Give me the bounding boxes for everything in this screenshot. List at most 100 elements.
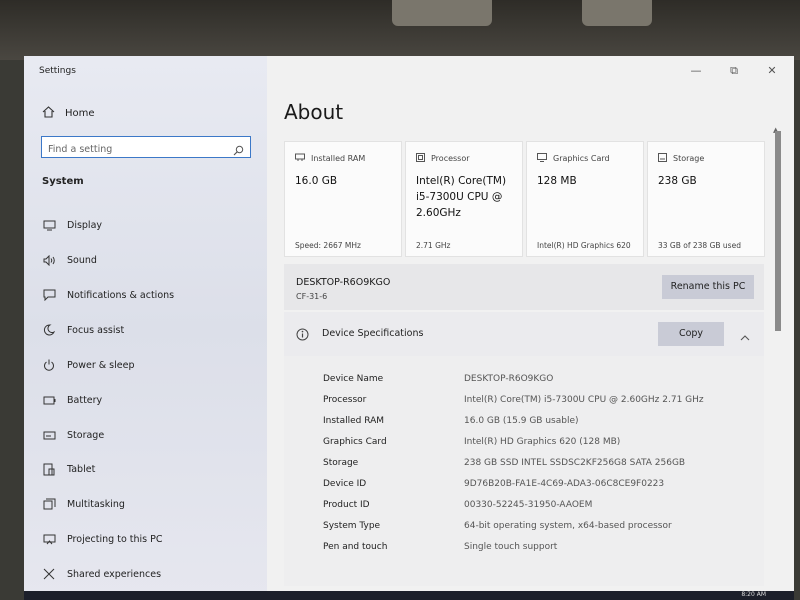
nav-item-label: Notifications & actions	[67, 289, 175, 301]
card-sub: Intel(R) HD Graphics 620	[537, 241, 631, 250]
nav-item-storage[interactable]: Storage	[42, 428, 104, 442]
chevron-up-icon[interactable]	[740, 326, 750, 345]
spec-value[interactable]: 64-bit operating system, x64-based proce…	[464, 521, 672, 531]
spec-value[interactable]: Single touch support	[464, 542, 557, 552]
about-page: — ⧉ ✕ About Installed RAM 16.0 GB Speed:…	[267, 56, 794, 600]
pc-name-panel: DESKTOP-R6O9KGO CF-31-6 Rename this PC	[284, 264, 764, 310]
nav-item-projecting[interactable]: Projecting to this PC	[42, 532, 163, 546]
search-box[interactable]	[41, 136, 251, 160]
card-graphics-card: Graphics Card 128 MB Intel(R) HD Graphic…	[526, 141, 644, 257]
card-title: Storage	[673, 154, 705, 163]
search-icon[interactable]	[233, 141, 244, 160]
ram-icon	[295, 153, 305, 163]
notification-icon	[42, 288, 56, 302]
search-input[interactable]	[42, 139, 234, 160]
nav-item-multitasking[interactable]: Multitasking	[42, 497, 125, 511]
spec-value[interactable]: 238 GB SSD INTEL SSDSC2KF256G8 SATA 256G…	[464, 458, 685, 468]
nav-item-shared-experiences[interactable]: Shared experiences	[42, 567, 161, 581]
close-icon[interactable]: ✕	[766, 64, 778, 78]
nav-home[interactable]: Home	[42, 106, 95, 121]
card-value: 128 MB	[537, 175, 577, 187]
nav-item-power-sleep[interactable]: Power & sleep	[42, 358, 134, 372]
device-specifications-list: Device Name DESKTOP-R6O9KGO Processor Inte…	[284, 356, 764, 586]
card-storage: Storage 238 GB 33 GB of 238 GB used	[647, 141, 765, 257]
nav-section-system: System	[42, 176, 84, 187]
card-installed-ram: Installed RAM 16.0 GB Speed: 2667 MHz	[284, 141, 402, 257]
card-sub: 33 GB of 238 GB used	[658, 241, 741, 250]
spec-label: Installed RAM	[323, 416, 385, 426]
spec-label: Device Name	[323, 374, 384, 384]
nav-item-label: Power & sleep	[67, 359, 135, 371]
processor-icon	[416, 153, 425, 164]
spec-label: Device ID	[323, 479, 367, 489]
nav-item-sound[interactable]: Sound	[42, 253, 97, 267]
pc-name: DESKTOP-R6O9KGO	[296, 277, 391, 288]
nav-item-focus-assist[interactable]: Focus assist	[42, 323, 124, 337]
spec-label: Processor	[323, 395, 367, 405]
maximize-icon[interactable]: ⧉	[728, 64, 740, 78]
scrollbar-thumb[interactable]	[775, 131, 781, 331]
settings-nav: Settings Home System Display Sound Notif…	[24, 56, 267, 600]
window-controls: — ⧉ ✕	[690, 64, 778, 78]
nav-item-label: Focus assist	[67, 324, 125, 336]
nav-item-notifications[interactable]: Notifications & actions	[42, 288, 174, 302]
home-icon	[42, 106, 55, 121]
card-value: Intel(R) Core(TM) i5-7300U CPU @ 2.60GHz	[416, 175, 507, 219]
nav-item-label: Shared experiences	[67, 568, 162, 580]
card-title: Graphics Card	[553, 154, 610, 163]
nav-item-label: Tablet	[67, 463, 96, 475]
spec-value[interactable]: Intel(R) Core(TM) i5-7300U CPU @ 2.60GHz…	[464, 395, 704, 405]
storage-icon	[658, 153, 667, 164]
spec-label: System Type	[323, 521, 381, 531]
bezel-hinge	[582, 0, 652, 26]
card-title: Installed RAM	[311, 153, 366, 163]
spec-label: Graphics Card	[323, 437, 387, 447]
spec-value[interactable]: Intel(R) HD Graphics 620 (128 MB)	[464, 437, 620, 447]
spec-value[interactable]: DESKTOP-R6O9KGO	[464, 374, 553, 384]
nav-item-label: Storage	[67, 429, 105, 441]
spec-label: Pen and touch	[323, 542, 388, 552]
spec-value[interactable]: 00330-52245-31950-AAOEM	[464, 500, 592, 510]
taskbar-clock[interactable]: 8:20 AM	[741, 591, 766, 598]
card-sub: Speed: 2667 MHz	[295, 241, 361, 250]
storage-icon	[42, 428, 56, 442]
spec-value[interactable]: 16.0 GB (15.9 GB usable)	[464, 416, 579, 426]
card-processor: Processor Intel(R) Core(TM) i5-7300U CPU…	[405, 141, 523, 257]
nav-item-battery[interactable]: Battery	[42, 393, 102, 407]
pc-model: CF-31-6	[296, 292, 328, 301]
minimize-icon[interactable]: —	[690, 64, 702, 78]
spec-label: Product ID	[323, 500, 370, 510]
info-icon	[296, 326, 309, 345]
nav-item-label: Battery	[67, 394, 103, 406]
nav-item-tablet[interactable]: Tablet	[42, 462, 95, 476]
nav-item-display[interactable]: Display	[42, 218, 102, 232]
page-title: About	[284, 100, 344, 124]
nav-item-label: Sound	[67, 254, 97, 266]
speaker-icon	[42, 253, 56, 267]
power-icon	[42, 358, 56, 372]
spec-value[interactable]: 9D76B20B-FA1E-4C69-ADA3-06C8CE9F0223	[464, 479, 664, 489]
device-specifications-header[interactable]: Device Specifications Copy	[284, 312, 764, 356]
multitasking-icon	[42, 497, 56, 511]
nav-home-label: Home	[65, 108, 95, 119]
copy-button[interactable]: Copy	[658, 322, 724, 346]
window-title: Settings	[39, 66, 76, 76]
nav-item-label: Projecting to this PC	[67, 533, 163, 545]
moon-icon	[42, 323, 56, 337]
taskbar: 8:20 AM	[24, 591, 794, 600]
monitor-icon	[42, 218, 56, 232]
graphics-icon	[537, 153, 547, 164]
card-title: Processor	[431, 154, 470, 163]
nav-item-label: Display	[67, 219, 103, 231]
spec-label: Storage	[323, 458, 359, 468]
monitor-bezel	[0, 0, 800, 60]
bezel-hinge	[392, 0, 492, 26]
shared-icon	[42, 567, 56, 581]
battery-icon	[42, 393, 56, 407]
card-value: 238 GB	[658, 175, 697, 187]
rename-pc-button[interactable]: Rename this PC	[662, 275, 754, 299]
settings-window: Settings Home System Display Sound Notif…	[24, 56, 794, 600]
device-specifications-title: Device Specifications	[322, 328, 424, 339]
nav-item-label: Multitasking	[67, 498, 125, 510]
projecting-icon	[42, 532, 56, 546]
